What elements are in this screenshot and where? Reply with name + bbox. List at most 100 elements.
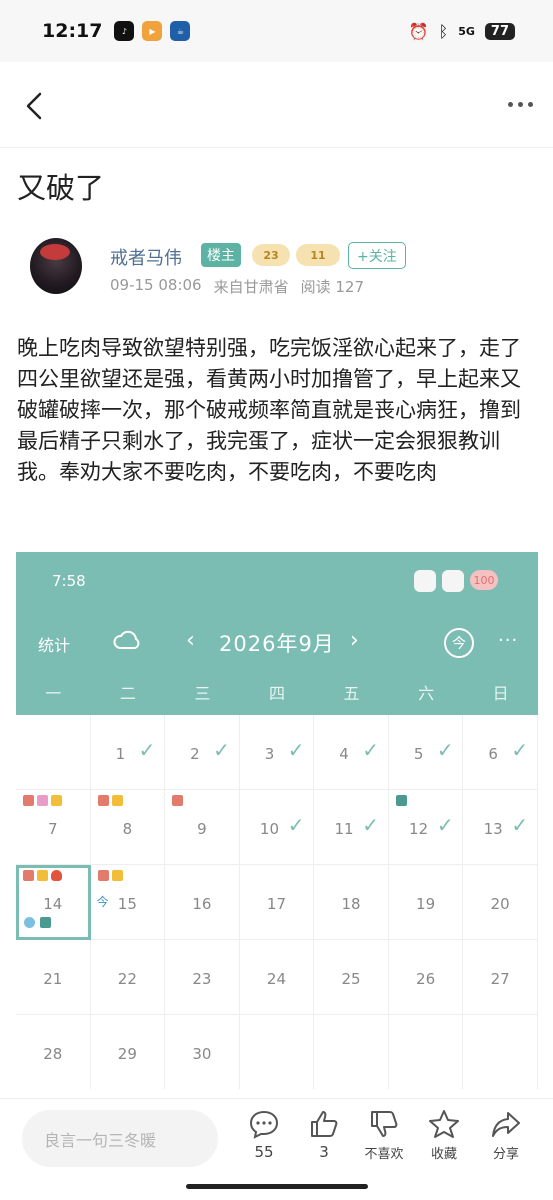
- calendar-day: [389, 1015, 464, 1089]
- day-number: 18: [341, 895, 361, 913]
- weekday: 一: [45, 684, 62, 703]
- battery-indicator: 77: [484, 22, 515, 40]
- thumbs-up-icon: [311, 1111, 338, 1137]
- day-marker-row: [172, 795, 184, 806]
- share-icon: [492, 1112, 520, 1137]
- favorite-button[interactable]: 收藏: [414, 1109, 474, 1162]
- status-app-icons: ♪ ▶ ☕: [114, 21, 191, 41]
- owner-badge: 楼主: [201, 243, 241, 267]
- calendar-day: 21: [16, 940, 91, 1015]
- calendar-day: 19: [388, 865, 464, 940]
- calendar-day: 30: [165, 1015, 240, 1089]
- day-number: 26: [416, 970, 436, 988]
- day-number: 29: [117, 1045, 137, 1063]
- like-button[interactable]: 3: [294, 1109, 354, 1161]
- status-time: 12:17: [42, 20, 103, 42]
- next-month-button: ›: [350, 628, 359, 653]
- weekday-row: 一 二 三 四 五 六 日: [16, 680, 538, 704]
- calendar-day: 28: [16, 1015, 91, 1089]
- book-marker-icon: [40, 917, 51, 928]
- status-bar: 12:17 ♪ ▶ ☕ ⏰ ᛒ 5G 77: [0, 0, 553, 62]
- calendar-day: 16: [165, 865, 240, 940]
- tiktok-icon: ♪: [114, 21, 135, 41]
- calendar-day: 今 15: [90, 865, 166, 940]
- score-badge: 100: [470, 570, 498, 590]
- calendar-day: 22: [90, 940, 166, 1015]
- signal-label: 5G: [458, 24, 475, 38]
- dislike-label: 不喜欢: [364, 1147, 404, 1162]
- calendar-day: 6 ✓: [463, 715, 538, 790]
- calendar-day: [240, 1015, 315, 1089]
- calendar-month: 2026年9月: [219, 632, 335, 656]
- weekday: 三: [194, 684, 211, 703]
- check-icon: ✓: [511, 813, 529, 837]
- day-number: 22: [117, 970, 137, 988]
- calendar-day: 27: [463, 940, 538, 1015]
- red-marker-icon: [172, 795, 184, 806]
- weekday: 四: [268, 684, 285, 703]
- weekday: 五: [343, 684, 360, 703]
- post-body: 晚上吃肉导致欲望特别强，吃完饭淫欲心起来了，走了四公里欲望还是强，看黄两小时加撸…: [17, 336, 521, 484]
- day-number: 27: [490, 970, 510, 988]
- dislike-button[interactable]: 不喜欢: [354, 1109, 414, 1162]
- calendar-day: 25: [314, 940, 389, 1015]
- reply-input[interactable]: 良言一句三冬暖: [22, 1110, 218, 1167]
- day-number: 16: [192, 895, 212, 913]
- calendar-day: 18: [314, 865, 389, 940]
- teal-marker-icon: [395, 795, 407, 806]
- red-marker-icon: [23, 870, 34, 881]
- page-title: 又破了: [17, 171, 105, 205]
- share-label: 分享: [492, 1147, 519, 1162]
- calendar-day: 20: [463, 865, 538, 940]
- bluetooth-icon: ᛒ: [438, 21, 449, 41]
- day-number: 14: [43, 895, 63, 913]
- post-meta: 09-15 08:06 来自甘肃省 阅读 127: [110, 276, 364, 297]
- follow-button[interactable]: +关注: [348, 242, 406, 269]
- pink-marker-icon: [37, 795, 48, 806]
- day-number: 24: [266, 970, 287, 988]
- calendar-image[interactable]: 7:58 100 统计 ‹ 2026年9月 › 今 ··· 一 二 三 四 五 …: [16, 552, 538, 1089]
- alarm-icon: ⏰: [408, 21, 429, 41]
- bear-icon: [414, 570, 436, 592]
- status-indicators: ⏰ ᛒ 5G 77: [409, 22, 515, 41]
- comments-button[interactable]: 55: [234, 1109, 294, 1161]
- weekday: 日: [492, 684, 509, 703]
- calendar-day: [314, 1015, 389, 1089]
- comment-count: 55: [254, 1143, 274, 1161]
- stats-label: 统计: [38, 636, 71, 655]
- yellow-marker-icon: [37, 870, 48, 881]
- more-dots-icon[interactable]: [508, 102, 533, 107]
- nav-bar: [0, 62, 553, 148]
- weekday: 六: [418, 684, 435, 703]
- level-badge-secondary: 11: [296, 244, 340, 266]
- note-marker-icon: [24, 917, 35, 928]
- day-number: 30: [192, 1045, 212, 1063]
- calendar-day: 8: [90, 790, 166, 865]
- post-date: 09-15 08:06: [110, 276, 202, 294]
- share-button[interactable]: 分享: [476, 1109, 536, 1162]
- yellow-marker-icon: [111, 870, 123, 881]
- favorite-label: 收藏: [430, 1147, 457, 1162]
- bilibili-icon: ▶: [142, 21, 163, 41]
- like-count: 3: [319, 1143, 329, 1161]
- day-marker-row: [97, 795, 123, 806]
- author-name[interactable]: 戒者马伟: [110, 244, 182, 270]
- bottom-bar: 良言一句三冬暖 55 3 不喜欢 收藏 分享: [0, 1098, 553, 1200]
- day-number: 15: [117, 895, 137, 913]
- day-number: 17: [266, 895, 287, 913]
- thumbs-down-icon: [371, 1111, 398, 1137]
- calendar-day: 29: [91, 1015, 166, 1089]
- calendar-day: 24: [239, 940, 315, 1015]
- calendar-day: 14: [16, 865, 91, 940]
- calendar-day: 26: [388, 940, 464, 1015]
- day-marker-row: [23, 870, 62, 881]
- yellow-marker-icon: [51, 795, 62, 806]
- prev-month-button: ‹: [186, 628, 195, 653]
- avatar[interactable]: [30, 238, 82, 294]
- calendar-day: 7: [16, 790, 91, 865]
- chevron-left-icon[interactable]: [20, 88, 50, 124]
- comment-icon: [249, 1110, 279, 1139]
- red-marker-icon: [97, 795, 109, 806]
- calendar-header: 7:58 100 统计 ‹ 2026年9月 › 今 ··· 一 二 三 四 五 …: [16, 552, 538, 715]
- calendar-more-icon: ···: [498, 630, 519, 651]
